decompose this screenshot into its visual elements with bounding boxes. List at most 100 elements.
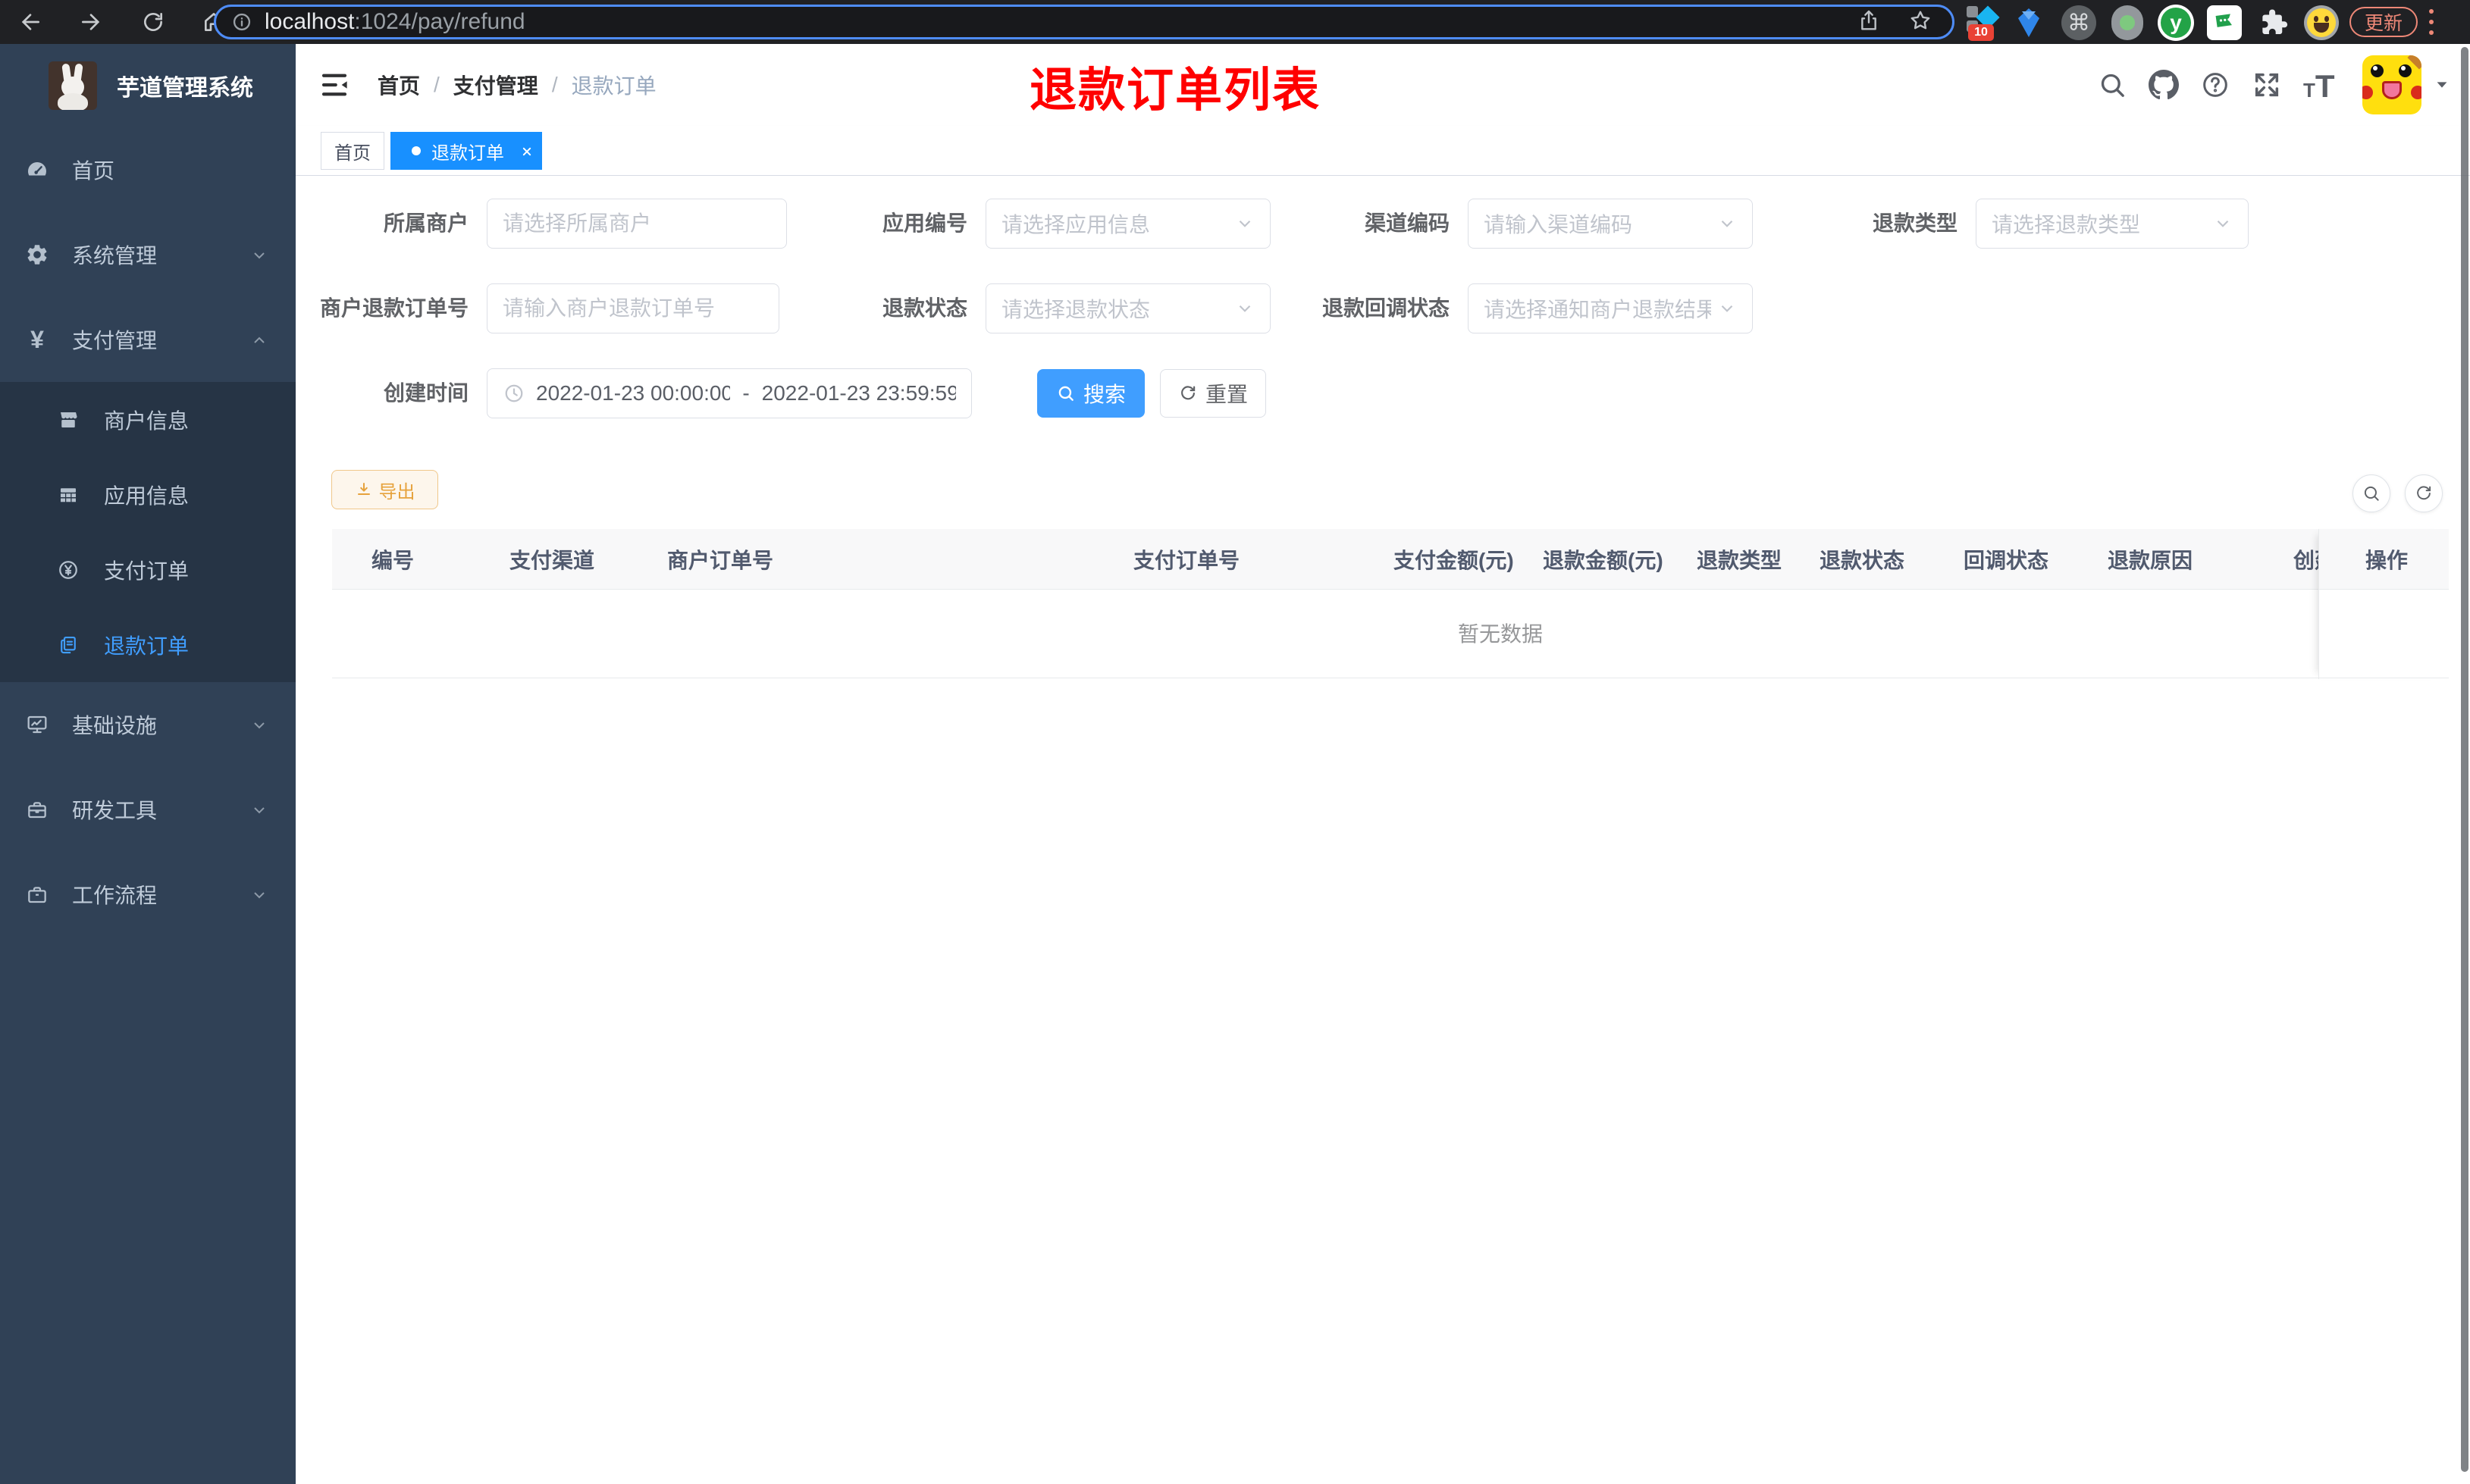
breadcrumb-item-current: 退款订单 bbox=[571, 74, 657, 98]
export-button[interactable]: 导出 bbox=[331, 470, 438, 509]
share-icon[interactable] bbox=[1857, 8, 1881, 36]
extension-dot-icon[interactable] bbox=[2109, 5, 2146, 41]
annotation-overlay: 退款订单列表 bbox=[1030, 64, 1321, 117]
th-pay-channel: 支付渠道 bbox=[509, 548, 595, 572]
th-pay-amount: 支付金额(元) bbox=[1393, 548, 1514, 572]
url-text: localhost:1024/pay/refund bbox=[265, 9, 525, 34]
refund-type-select[interactable]: 请选择退款类型 bbox=[1976, 199, 2249, 249]
browser-toolbar: localhost:1024/pay/refund 10 ⌘ y 更新 bbox=[0, 0, 2470, 44]
reload-icon[interactable] bbox=[141, 10, 165, 34]
page-scrollbar[interactable] bbox=[2461, 47, 2468, 1472]
back-icon[interactable] bbox=[18, 10, 42, 34]
close-icon[interactable] bbox=[519, 143, 534, 158]
chevron-down-icon bbox=[1235, 299, 1255, 318]
tab-refund-order[interactable]: 退款订单 bbox=[390, 132, 542, 170]
chevron-down-icon bbox=[2213, 214, 2233, 233]
pay-circle-icon bbox=[57, 559, 80, 581]
channel-code-select[interactable]: 请输入渠道编码 bbox=[1468, 199, 1753, 249]
chevron-down-icon bbox=[1717, 299, 1737, 318]
reset-button[interactable]: 重置 bbox=[1160, 369, 1266, 418]
yen-icon: ¥ bbox=[30, 325, 44, 353]
channel-code-label: 渠道编码 bbox=[1364, 211, 1450, 235]
sidebar-item-payment[interactable]: ¥ 支付管理 bbox=[0, 297, 296, 382]
notify-status-select[interactable]: 请选择通知商户退款结果的 bbox=[1468, 283, 1753, 333]
font-size-icon[interactable]: TT bbox=[2303, 68, 2346, 102]
sidebar-fold-icon[interactable] bbox=[318, 69, 350, 101]
search-icon bbox=[2364, 486, 2379, 501]
extension-badge: 10 bbox=[1968, 24, 1994, 41]
avatar-caret-icon[interactable] bbox=[2434, 77, 2450, 93]
help-icon[interactable] bbox=[2200, 70, 2230, 100]
th-merchant-order-no: 商户订单号 bbox=[667, 548, 774, 572]
profile-smiley-icon[interactable] bbox=[2303, 5, 2340, 41]
extension-diamond-icon[interactable]: 10 bbox=[1964, 5, 2000, 41]
th-pay-order-no: 支付订单号 bbox=[1133, 548, 1240, 572]
th-refund-status: 退款状态 bbox=[1820, 548, 1905, 572]
screen: localhost:1024/pay/refund 10 ⌘ y 更新 芋道管理… bbox=[0, 0, 2470, 1484]
extensions-puzzle-icon[interactable] bbox=[2255, 5, 2291, 41]
bookmark-star-icon[interactable] bbox=[1908, 8, 1932, 36]
sidebar: 芋道管理系统 首页 系统管理 ¥ 支付管理 商户信息 应用信息 支付订单 退款订… bbox=[0, 44, 296, 1484]
th-actions: 操作 bbox=[2365, 548, 2409, 572]
extension-command-icon[interactable]: ⌘ bbox=[2061, 5, 2097, 41]
sidebar-item-home[interactable]: 首页 bbox=[0, 127, 296, 212]
table-refresh-button[interactable] bbox=[2405, 474, 2443, 512]
sidebar-item-workflow[interactable]: 工作流程 bbox=[0, 852, 296, 937]
sidebar-item-refund-order[interactable]: 退款订单 bbox=[0, 607, 296, 682]
notify-status-label: 退款回调状态 bbox=[1322, 296, 1450, 320]
sidebar-item-dev-tools[interactable]: 研发工具 bbox=[0, 767, 296, 852]
breadcrumb-item-payment[interactable]: 支付管理 bbox=[453, 70, 538, 100]
app-label: 应用编号 bbox=[882, 211, 967, 235]
th-callback-status: 回调状态 bbox=[1964, 548, 2049, 572]
app-title: 芋道管理系统 bbox=[117, 76, 253, 101]
url-bar[interactable]: localhost:1024/pay/refund bbox=[214, 5, 1954, 39]
github-icon[interactable] bbox=[2149, 70, 2179, 100]
refund-status-label: 退款状态 bbox=[882, 296, 967, 320]
sidebar-item-app-info[interactable]: 应用信息 bbox=[0, 457, 296, 532]
search-icon[interactable] bbox=[2097, 70, 2127, 100]
browser-menu-kebab-icon[interactable] bbox=[2429, 9, 2435, 35]
merchant-refund-no-input[interactable] bbox=[487, 283, 779, 333]
forward-icon[interactable] bbox=[79, 10, 103, 34]
refund-status-select[interactable]: 请选择退款状态 bbox=[986, 283, 1271, 333]
chevron-down-icon bbox=[250, 885, 268, 903]
th-refund-amount: 退款金额(元) bbox=[1543, 548, 1663, 572]
update-button[interactable]: 更新 bbox=[2349, 7, 2418, 37]
extension-chat-icon[interactable] bbox=[2206, 5, 2243, 41]
create-time-label: 创建时间 bbox=[383, 381, 469, 405]
clock-icon bbox=[503, 382, 525, 405]
app-logo-row[interactable]: 芋道管理系统 bbox=[0, 44, 296, 127]
refund-table: 编号 支付渠道 商户订单号 支付订单号 支付金额(元) 退款金额(元) 退款类型… bbox=[332, 529, 2449, 679]
toolbox-icon bbox=[25, 797, 49, 822]
grid-icon bbox=[57, 484, 80, 506]
site-info-icon[interactable] bbox=[231, 11, 252, 33]
th-create-time: 创建时间 bbox=[2293, 548, 2318, 572]
chevron-down-icon bbox=[1717, 214, 1737, 233]
table-body: 暂无数据 bbox=[332, 590, 2449, 678]
create-time-range-input[interactable]: 2022-01-23 00:00:00 - 2022-01-23 23:59:5… bbox=[487, 368, 972, 418]
app-logo bbox=[49, 61, 97, 110]
extension-yudao-icon[interactable]: y bbox=[2158, 5, 2194, 41]
avatar[interactable] bbox=[2362, 55, 2421, 114]
search-button[interactable]: 搜索 bbox=[1037, 369, 1145, 418]
refund-doc-icon bbox=[57, 634, 80, 656]
tab-home[interactable]: 首页 bbox=[321, 132, 384, 170]
tags-view-bar: 首页 退款订单 bbox=[296, 126, 2470, 176]
dashboard-icon bbox=[25, 158, 49, 182]
date-end-value: 2022-01-23 23:59:59 bbox=[761, 381, 956, 405]
merchant-label: 所属商户 bbox=[383, 211, 469, 235]
extension-gem-icon[interactable] bbox=[2012, 5, 2048, 41]
breadcrumb-item-home[interactable]: 首页 bbox=[378, 70, 420, 100]
payment-submenu: 商户信息 应用信息 支付订单 退款订单 bbox=[0, 382, 296, 682]
date-start-value: 2022-01-23 00:00:00 bbox=[536, 381, 731, 405]
merchant-input[interactable] bbox=[487, 199, 787, 249]
sidebar-item-payment-order[interactable]: 支付订单 bbox=[0, 532, 296, 607]
briefcase-icon bbox=[25, 882, 49, 906]
main-area: 首页 / 支付管理 / 退款订单 退款订单列表 T T 首页 退款订单 所属商户… bbox=[296, 44, 2470, 1484]
fullscreen-icon[interactable] bbox=[2252, 70, 2282, 100]
sidebar-item-infrastructure[interactable]: 基础设施 bbox=[0, 682, 296, 767]
sidebar-item-merchant-info[interactable]: 商户信息 bbox=[0, 382, 296, 457]
sidebar-item-system[interactable]: 系统管理 bbox=[0, 212, 296, 297]
table-search-button[interactable] bbox=[2352, 474, 2390, 512]
app-select[interactable]: 请选择应用信息 bbox=[986, 199, 1271, 249]
